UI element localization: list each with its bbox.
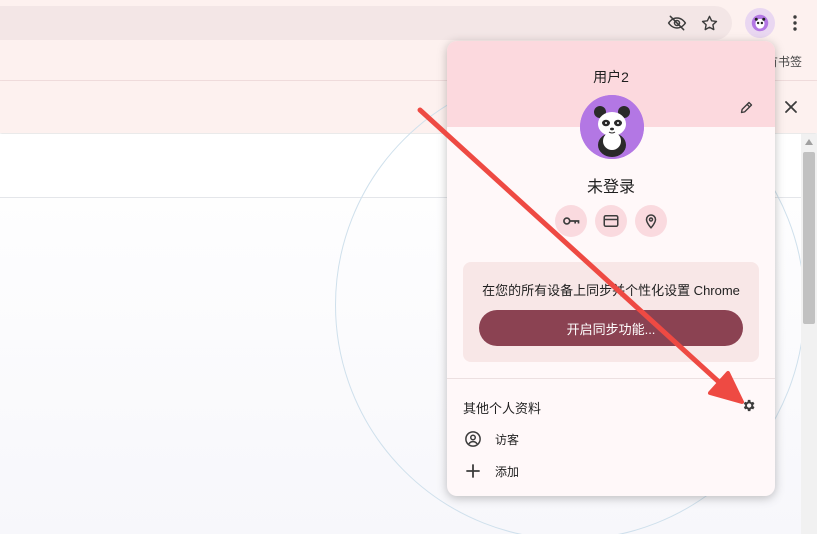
addresses-button[interactable] bbox=[635, 205, 667, 237]
profile-name: 用户2 bbox=[593, 69, 629, 85]
sign-in-status: 未登录 bbox=[586, 179, 635, 196]
other-profiles-label: 其他个人资料 bbox=[463, 401, 542, 416]
divider bbox=[447, 378, 775, 379]
key-icon bbox=[563, 217, 580, 225]
guest-label: 访客 bbox=[495, 433, 520, 447]
sync-card: 在您的所有设备上同步并个性化设置 Chrome 开启同步功能... bbox=[463, 262, 759, 362]
gear-icon bbox=[743, 399, 754, 411]
panda-avatar-icon bbox=[580, 95, 644, 159]
close-icon[interactable] bbox=[781, 97, 801, 117]
address-bar[interactable] bbox=[0, 6, 732, 40]
eye-off-icon[interactable] bbox=[666, 12, 688, 34]
panda-avatar-icon bbox=[751, 14, 769, 32]
payment-methods-button[interactable] bbox=[595, 205, 627, 237]
guest-profile-item[interactable]: 访客 bbox=[447, 423, 775, 453]
kebab-menu-icon[interactable] bbox=[785, 11, 805, 35]
star-icon[interactable] bbox=[698, 12, 720, 34]
scroll-up-arrow-icon[interactable] bbox=[804, 137, 814, 147]
guest-account-icon bbox=[463, 429, 483, 449]
pencil-icon bbox=[740, 101, 752, 113]
add-label: 添加 bbox=[495, 465, 520, 479]
sync-description: 在您的所有设备上同步并个性化设置 Chrome bbox=[482, 283, 740, 298]
add-profile-item[interactable]: 添加 bbox=[447, 455, 775, 485]
passwords-button[interactable] bbox=[555, 205, 587, 237]
scrollbar-thumb[interactable] bbox=[803, 152, 815, 324]
credit-card-icon bbox=[603, 215, 619, 227]
location-pin-icon bbox=[645, 214, 657, 229]
profile-menu: 用户2 未登录 在您的所有设备上同步并个性化设置 Chrome 开启同步功能..… bbox=[447, 41, 775, 496]
plus-icon bbox=[463, 461, 483, 481]
profile-avatar-button[interactable] bbox=[745, 8, 775, 38]
profile-avatar bbox=[580, 95, 644, 159]
manage-profiles-gear-icon[interactable] bbox=[739, 396, 757, 414]
edit-profile-button[interactable] bbox=[736, 97, 756, 117]
turn-on-sync-button[interactable]: 开启同步功能... bbox=[479, 310, 743, 346]
